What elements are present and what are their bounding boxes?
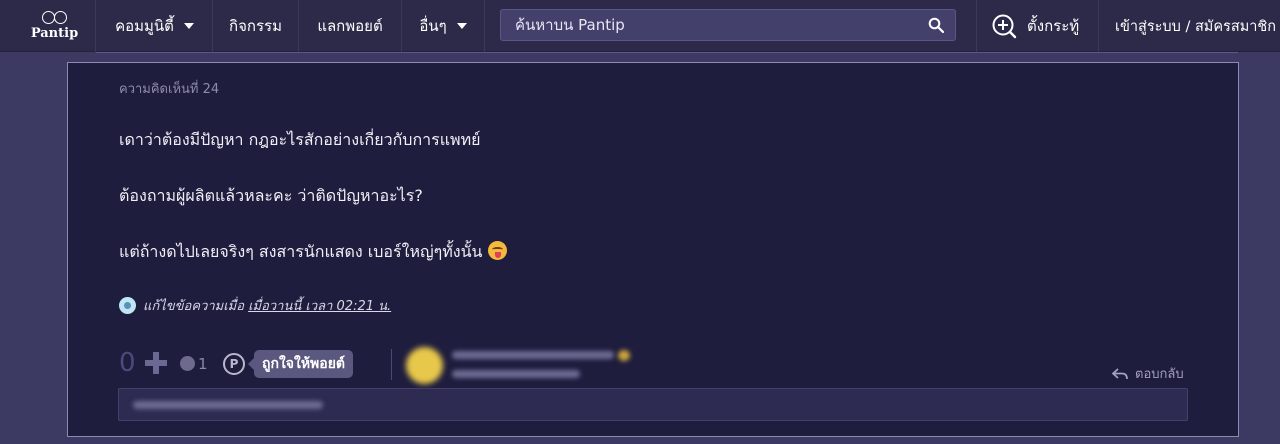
pantip-logo[interactable]: Pantip <box>14 0 96 52</box>
reply-label: ตอบกลับ <box>1135 367 1184 382</box>
comment-text-line-with-emoji: แต่ถ้างดไปเลยจริงๆ สงสารนักแสดง เบอร์ใหญ… <box>119 240 508 265</box>
pantip-logo-icon <box>40 11 70 25</box>
point-icon[interactable]: P <box>223 353 245 375</box>
add-topic-icon <box>992 14 1017 39</box>
reply-arrow-icon <box>1112 367 1128 379</box>
edit-info: แก้ไขข้อความเมื่อ เมื่อวานนี้ เวลา 02:21… <box>119 295 391 316</box>
chevron-down-icon <box>183 23 194 29</box>
nav-redeem-label: แลกพอยต์ <box>317 17 383 35</box>
edit-prefix: แก้ไขข้อความเมื่อ <box>143 299 245 314</box>
nav-more-label: อื่นๆ <box>419 17 447 35</box>
nav-divider <box>96 52 1238 53</box>
comment-text-line: เดาว่าต้องมีปัญหา กฎอะไรสักอย่างเกี่ยวกั… <box>119 130 481 149</box>
nav-more[interactable]: อื่นๆ <box>402 0 485 52</box>
comment-text-line: ต้องถามผู้ผลิตแล้วหละคะ ว่าติดปัญหาอะไร? <box>119 186 423 205</box>
emotion-icon[interactable] <box>180 356 195 371</box>
username-blurred[interactable] <box>452 351 614 359</box>
create-topic-label: ตั้งกระทู้ <box>1027 17 1080 35</box>
chevron-down-icon <box>456 23 467 29</box>
nav-activities-label: กิจกรรม <box>229 17 282 35</box>
top-navbar: Pantip คอมมูนิตี้ กิจกรรม แลกพอยต์ อื่นๆ… <box>0 0 1280 52</box>
tooltip-label: ถูกใจให้พอยต์ <box>262 356 345 372</box>
logo-text: Pantip <box>30 26 79 41</box>
avatar[interactable] <box>406 347 443 384</box>
edit-time[interactable]: เมื่อวานนี้ เวลา 02:21 น. <box>248 295 391 316</box>
reply-button[interactable]: ตอบกลับ <box>1112 363 1184 384</box>
create-topic-button[interactable]: ตั้งกระทู้ <box>976 0 1086 52</box>
nav-redeem-points[interactable]: แลกพอยต์ <box>299 0 402 52</box>
nav-community-label: คอมมูนิตี้ <box>115 17 174 35</box>
edit-user-icon <box>119 297 136 314</box>
member-badge-icon <box>618 350 630 361</box>
vote-count: 0 <box>119 348 136 378</box>
point-icon-letter: P <box>229 357 239 371</box>
reply-preview-blurred <box>133 401 323 409</box>
search-input[interactable] <box>501 10 921 40</box>
emotion-count: 1 <box>198 355 208 373</box>
login-register-link[interactable]: เข้าสู่ระบบ / สมัครสมาชิก <box>1098 0 1280 52</box>
nav-activities[interactable]: กิจกรรม <box>213 0 299 52</box>
post-time-blurred <box>452 370 580 378</box>
search-icon[interactable] <box>928 17 944 33</box>
action-divider <box>391 349 392 380</box>
nav-community[interactable]: คอมมูนิตี้ <box>97 0 213 52</box>
vote-plus-button[interactable] <box>145 352 167 374</box>
like-give-point-tooltip: ถูกใจให้พอยต์ <box>248 350 353 378</box>
reply-preview-box[interactable] <box>118 388 1188 421</box>
comment-card: ความคิดเห็นที่ 24 เดาว่าต้องมีปัญหา กฎอะ… <box>67 62 1239 437</box>
comment-number: ความคิดเห็นที่ 24 <box>119 82 220 97</box>
search-box <box>500 9 956 41</box>
drooling-face-emoji-icon <box>488 241 508 260</box>
login-register-label: เข้าสู่ระบบ / สมัครสมาชิก <box>1115 18 1277 35</box>
comment-text: แต่ถ้างดไปเลยจริงๆ สงสารนักแสดง เบอร์ใหญ… <box>119 242 483 261</box>
